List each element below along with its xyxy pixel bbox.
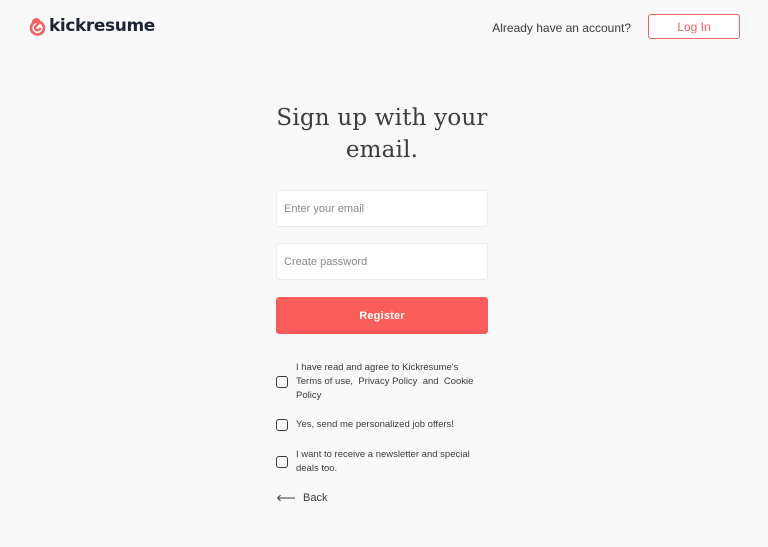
job-offers-text: Yes, send me personalized job offers!	[296, 419, 454, 430]
kickresume-logo-icon	[29, 17, 46, 36]
terms-consent-row: I have read and agree to Kickresume's Te…	[276, 361, 491, 403]
logo[interactable]: kickresume	[28, 16, 155, 36]
newsletter-checkbox[interactable]	[276, 456, 288, 468]
job-offers-consent-row: Yes, send me personalized job offers!	[276, 418, 491, 432]
terms-text: I have read and agree to Kickresume's Te…	[296, 361, 491, 403]
terms-checkbox[interactable]	[276, 376, 288, 388]
signup-page: kickresume Already have an account? Log …	[0, 0, 768, 547]
newsletter-text: I want to receive a newsletter and speci…	[296, 449, 470, 474]
back-label: Back	[303, 492, 328, 504]
page-title: Sign up with your email.	[234, 102, 530, 166]
terms-prefix: I have read and agree to Kickresume's	[296, 362, 459, 373]
job-offers-checkbox[interactable]	[276, 419, 288, 431]
arrow-left-icon	[277, 494, 295, 502]
email-input[interactable]	[276, 190, 488, 227]
privacy-policy-link[interactable]: Privacy Policy	[358, 376, 417, 387]
title-line-2: email.	[345, 137, 419, 163]
login-button[interactable]: Log In	[648, 14, 740, 39]
password-input[interactable]	[276, 243, 488, 280]
terms-of-use-link[interactable]: Terms of use,	[296, 376, 353, 387]
back-link[interactable]: Back	[276, 492, 327, 504]
newsletter-consent-row: I want to receive a newsletter and speci…	[276, 448, 491, 476]
and-text: and	[422, 376, 439, 387]
have-account-text: Already have an account?	[492, 21, 631, 35]
title-line-1: Sign up with your	[276, 105, 488, 131]
register-button[interactable]: Register	[276, 297, 488, 334]
logo-text: kickresume	[49, 16, 155, 36]
